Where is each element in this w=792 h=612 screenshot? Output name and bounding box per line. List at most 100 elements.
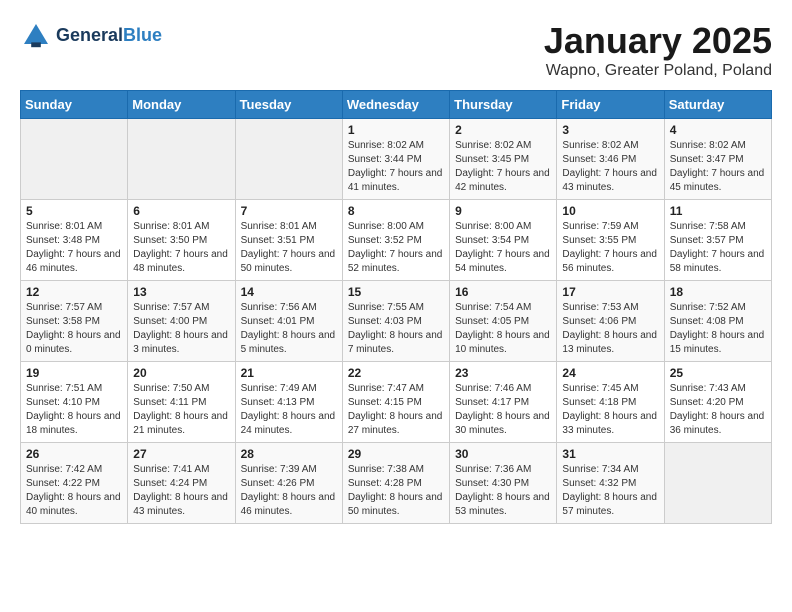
day-info: Sunrise: 7:42 AMSunset: 4:22 PMDaylight:… [26,463,122,519]
day-info: Sunrise: 7:49 AMSunset: 4:13 PMDaylight:… [241,382,337,438]
day-header-friday: Friday [557,91,664,119]
day-info: Sunrise: 8:00 AMSunset: 3:52 PMDaylight:… [348,220,444,276]
calendar-cell: 20 Sunrise: 7:50 AMSunset: 4:11 PMDaylig… [128,362,235,443]
calendar-cell: 30 Sunrise: 7:36 AMSunset: 4:30 PMDaylig… [450,443,557,524]
day-number: 27 [133,447,229,461]
day-info: Sunrise: 7:43 AMSunset: 4:20 PMDaylight:… [670,382,766,438]
day-number: 1 [348,123,444,137]
day-info: Sunrise: 7:54 AMSunset: 4:05 PMDaylight:… [455,301,551,357]
day-info: Sunrise: 7:47 AMSunset: 4:15 PMDaylight:… [348,382,444,438]
calendar-cell: 25 Sunrise: 7:43 AMSunset: 4:20 PMDaylig… [664,362,771,443]
calendar-title: January 2025 [544,20,772,62]
day-info: Sunrise: 7:36 AMSunset: 4:30 PMDaylight:… [455,463,551,519]
day-number: 14 [241,285,337,299]
calendar-cell: 12 Sunrise: 7:57 AMSunset: 3:58 PMDaylig… [21,281,128,362]
day-info: Sunrise: 8:02 AMSunset: 3:45 PMDaylight:… [455,139,551,195]
day-info: Sunrise: 8:01 AMSunset: 3:48 PMDaylight:… [26,220,122,276]
calendar-cell [128,119,235,200]
calendar-week-2: 5 Sunrise: 8:01 AMSunset: 3:48 PMDayligh… [21,200,772,281]
day-info: Sunrise: 7:51 AMSunset: 4:10 PMDaylight:… [26,382,122,438]
day-number: 3 [562,123,658,137]
day-number: 9 [455,204,551,218]
calendar-cell [235,119,342,200]
day-number: 13 [133,285,229,299]
day-info: Sunrise: 7:53 AMSunset: 4:06 PMDaylight:… [562,301,658,357]
calendar-week-3: 12 Sunrise: 7:57 AMSunset: 3:58 PMDaylig… [21,281,772,362]
calendar-cell: 24 Sunrise: 7:45 AMSunset: 4:18 PMDaylig… [557,362,664,443]
calendar-cell: 13 Sunrise: 7:57 AMSunset: 4:00 PMDaylig… [128,281,235,362]
calendar-cell: 6 Sunrise: 8:01 AMSunset: 3:50 PMDayligh… [128,200,235,281]
day-number: 12 [26,285,122,299]
calendar-table: SundayMondayTuesdayWednesdayThursdayFrid… [20,90,772,524]
day-number: 18 [670,285,766,299]
calendar-cell: 5 Sunrise: 8:01 AMSunset: 3:48 PMDayligh… [21,200,128,281]
calendar-cell [664,443,771,524]
calendar-cell: 16 Sunrise: 7:54 AMSunset: 4:05 PMDaylig… [450,281,557,362]
day-number: 11 [670,204,766,218]
calendar-week-1: 1 Sunrise: 8:02 AMSunset: 3:44 PMDayligh… [21,119,772,200]
calendar-cell: 19 Sunrise: 7:51 AMSunset: 4:10 PMDaylig… [21,362,128,443]
calendar-cell: 31 Sunrise: 7:34 AMSunset: 4:32 PMDaylig… [557,443,664,524]
day-number: 30 [455,447,551,461]
calendar-cell: 28 Sunrise: 7:39 AMSunset: 4:26 PMDaylig… [235,443,342,524]
day-info: Sunrise: 8:02 AMSunset: 3:46 PMDaylight:… [562,139,658,195]
day-number: 4 [670,123,766,137]
day-info: Sunrise: 7:57 AMSunset: 3:58 PMDaylight:… [26,301,122,357]
day-number: 20 [133,366,229,380]
day-headers: SundayMondayTuesdayWednesdayThursdayFrid… [21,91,772,119]
day-info: Sunrise: 8:02 AMSunset: 3:44 PMDaylight:… [348,139,444,195]
day-number: 31 [562,447,658,461]
day-number: 29 [348,447,444,461]
day-number: 24 [562,366,658,380]
day-number: 7 [241,204,337,218]
day-number: 5 [26,204,122,218]
calendar-cell [21,119,128,200]
day-header-saturday: Saturday [664,91,771,119]
day-info: Sunrise: 7:39 AMSunset: 4:26 PMDaylight:… [241,463,337,519]
calendar-cell: 21 Sunrise: 7:49 AMSunset: 4:13 PMDaylig… [235,362,342,443]
day-info: Sunrise: 8:01 AMSunset: 3:50 PMDaylight:… [133,220,229,276]
logo-text: GeneralBlue [56,26,162,46]
calendar-cell: 26 Sunrise: 7:42 AMSunset: 4:22 PMDaylig… [21,443,128,524]
day-number: 28 [241,447,337,461]
day-header-thursday: Thursday [450,91,557,119]
day-number: 23 [455,366,551,380]
day-info: Sunrise: 7:34 AMSunset: 4:32 PMDaylight:… [562,463,658,519]
calendar-cell: 7 Sunrise: 8:01 AMSunset: 3:51 PMDayligh… [235,200,342,281]
day-header-wednesday: Wednesday [342,91,449,119]
day-number: 2 [455,123,551,137]
logo: GeneralBlue [20,20,162,52]
day-info: Sunrise: 7:59 AMSunset: 3:55 PMDaylight:… [562,220,658,276]
day-number: 10 [562,204,658,218]
calendar-cell: 14 Sunrise: 7:56 AMSunset: 4:01 PMDaylig… [235,281,342,362]
day-info: Sunrise: 7:45 AMSunset: 4:18 PMDaylight:… [562,382,658,438]
day-info: Sunrise: 7:41 AMSunset: 4:24 PMDaylight:… [133,463,229,519]
calendar-cell: 4 Sunrise: 8:02 AMSunset: 3:47 PMDayligh… [664,119,771,200]
calendar-cell: 23 Sunrise: 7:46 AMSunset: 4:17 PMDaylig… [450,362,557,443]
day-number: 26 [26,447,122,461]
title-block: January 2025 Wapno, Greater Poland, Pola… [544,20,772,80]
calendar-cell: 27 Sunrise: 7:41 AMSunset: 4:24 PMDaylig… [128,443,235,524]
calendar-cell: 3 Sunrise: 8:02 AMSunset: 3:46 PMDayligh… [557,119,664,200]
calendar-cell: 22 Sunrise: 7:47 AMSunset: 4:15 PMDaylig… [342,362,449,443]
calendar-cell: 29 Sunrise: 7:38 AMSunset: 4:28 PMDaylig… [342,443,449,524]
day-number: 16 [455,285,551,299]
day-info: Sunrise: 8:01 AMSunset: 3:51 PMDaylight:… [241,220,337,276]
day-info: Sunrise: 7:57 AMSunset: 4:00 PMDaylight:… [133,301,229,357]
day-info: Sunrise: 7:55 AMSunset: 4:03 PMDaylight:… [348,301,444,357]
day-number: 25 [670,366,766,380]
calendar-cell: 11 Sunrise: 7:58 AMSunset: 3:57 PMDaylig… [664,200,771,281]
day-number: 22 [348,366,444,380]
calendar-cell: 17 Sunrise: 7:53 AMSunset: 4:06 PMDaylig… [557,281,664,362]
calendar-week-5: 26 Sunrise: 7:42 AMSunset: 4:22 PMDaylig… [21,443,772,524]
calendar-cell: 9 Sunrise: 8:00 AMSunset: 3:54 PMDayligh… [450,200,557,281]
page-header: GeneralBlue January 2025 Wapno, Greater … [20,20,772,80]
day-info: Sunrise: 7:38 AMSunset: 4:28 PMDaylight:… [348,463,444,519]
day-number: 17 [562,285,658,299]
day-number: 6 [133,204,229,218]
calendar-cell: 1 Sunrise: 8:02 AMSunset: 3:44 PMDayligh… [342,119,449,200]
logo-icon [20,20,52,52]
day-info: Sunrise: 7:56 AMSunset: 4:01 PMDaylight:… [241,301,337,357]
day-header-tuesday: Tuesday [235,91,342,119]
day-number: 19 [26,366,122,380]
